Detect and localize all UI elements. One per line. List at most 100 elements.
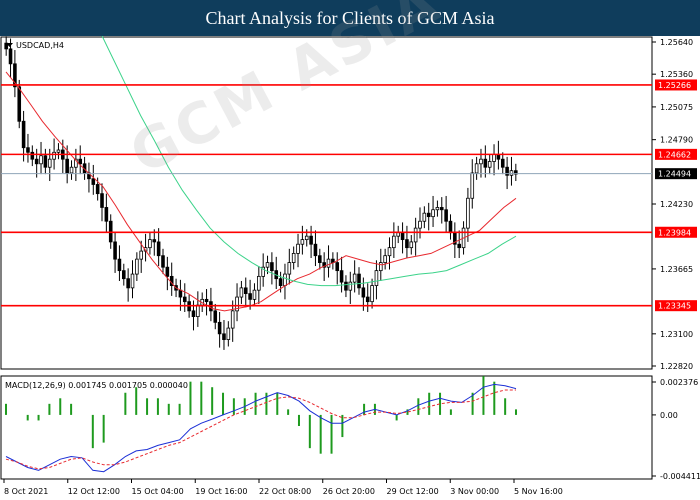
candle-body <box>196 304 200 317</box>
time-tick-label: 8 Oct 2021 <box>4 487 48 496</box>
macd-panel: MACD(12,26,9) 0.001745 0.001705 0.000040… <box>0 375 700 481</box>
candle-body <box>182 296 187 303</box>
candle-body <box>335 262 340 272</box>
candle-body <box>135 258 139 275</box>
price-tick-label: 1.23665 <box>660 265 693 274</box>
candle-body <box>126 278 130 289</box>
candle-body <box>365 296 370 303</box>
candle-body <box>113 241 117 260</box>
candle-body <box>117 258 122 272</box>
candle-body <box>300 239 305 245</box>
level-tag-label: 1.24662 <box>658 150 691 159</box>
candle-body <box>43 155 48 168</box>
candle-body <box>348 281 353 291</box>
price-tick-label: 1.25360 <box>660 70 693 79</box>
time-tick-label: 19 Oct 16:00 <box>195 487 247 496</box>
macd-tick-label: 0.00 <box>660 411 678 420</box>
candle-body <box>357 273 361 289</box>
candle-body <box>239 287 244 298</box>
time-tick-label: 15 Oct 04:00 <box>132 487 184 496</box>
candle-body <box>287 262 292 275</box>
candle-body <box>409 241 414 249</box>
current-price-tag: 1.24494 <box>655 168 697 180</box>
candle-body <box>257 275 261 291</box>
time-tick-label: 26 Oct 20:00 <box>323 487 375 496</box>
candle-body <box>361 287 366 298</box>
macd-title: MACD(12,26,9) 0.001745 0.001705 0.000040 <box>5 381 188 390</box>
candle-body <box>204 298 209 303</box>
level-price-tag: 1.23345 <box>655 300 697 312</box>
level-tag-label: 1.23345 <box>658 302 691 311</box>
candle-body <box>344 281 348 291</box>
level-tag-label: 1.23984 <box>658 228 691 237</box>
candle-body <box>156 241 161 257</box>
candle-body <box>95 184 100 195</box>
candle-body <box>374 270 379 286</box>
candle-body <box>217 321 222 335</box>
candle-body <box>165 266 170 277</box>
candle-body <box>400 232 405 241</box>
candle-body <box>457 243 461 249</box>
candle-body <box>413 227 418 243</box>
candle-body <box>439 207 444 211</box>
candle-body <box>21 120 26 149</box>
candle-body <box>383 255 387 263</box>
candle-body <box>500 158 505 168</box>
candle-body <box>30 151 35 160</box>
candle-body <box>100 193 104 208</box>
price-chart-title: USDCAD,H4 <box>16 41 64 50</box>
macd-tick-label: -0.004411 <box>660 472 700 481</box>
candle-body <box>178 289 183 298</box>
candle-body <box>291 253 296 263</box>
candle-body <box>17 86 22 122</box>
time-tick-label: 29 Oct 12:00 <box>387 487 439 496</box>
time-tick-label: 5 Nov 16:00 <box>514 487 563 496</box>
candle-body <box>252 289 257 300</box>
candle-body <box>265 262 270 268</box>
candle-body <box>378 262 383 272</box>
candle-body <box>387 247 392 257</box>
price-tick-label: 1.25640 <box>660 38 693 47</box>
price-panel: USDCAD,H4 1.25640 1.25360 1.25075 1.24790 1.… <box>0 36 697 371</box>
candle-body <box>474 163 479 174</box>
candle-body <box>130 273 135 289</box>
candle-body <box>91 178 96 185</box>
candle-body <box>496 154 501 160</box>
candle-body <box>56 149 61 153</box>
candle-body <box>78 158 83 165</box>
candle-body <box>161 255 165 268</box>
candle-body <box>304 235 309 241</box>
candle-body <box>213 310 218 323</box>
macd-tick-label: 0.002376 <box>660 378 698 387</box>
candle-body <box>243 287 248 295</box>
candle-body <box>139 250 144 260</box>
candle-body <box>509 170 514 176</box>
candle-body <box>248 293 252 300</box>
candle-body <box>65 158 69 174</box>
time-tick-label: 3 Nov 00:00 <box>450 487 499 496</box>
level-price-tag: 1.23984 <box>655 226 697 238</box>
candle-body <box>121 270 126 280</box>
candle-body <box>226 327 231 340</box>
candle-body <box>270 262 274 272</box>
candle-body <box>34 158 39 165</box>
candle-body <box>318 255 322 263</box>
candle-body <box>444 209 448 222</box>
current-price-label: 1.24494 <box>658 170 691 179</box>
candle-body <box>479 158 483 165</box>
candle-body <box>191 310 196 317</box>
candle-body <box>448 220 453 234</box>
level-tag-label: 1.25266 <box>658 81 691 90</box>
candle-body <box>148 239 152 249</box>
candle-body <box>339 270 344 283</box>
time-axis: 8 Oct 2021 12 Oct 12:00 15 Oct 04:00 19 Oct… <box>3 479 563 496</box>
level-price-tag: 1.24662 <box>655 148 697 160</box>
candle-body <box>352 273 357 283</box>
price-tick-label: 1.24230 <box>660 200 693 209</box>
candle-body <box>230 310 235 329</box>
candle-body <box>483 158 488 168</box>
time-tick-label: 12 Oct 12:00 <box>68 487 120 496</box>
candle-body <box>370 285 374 303</box>
price-tick-label: 1.22820 <box>660 362 693 371</box>
candle-body <box>4 42 8 50</box>
